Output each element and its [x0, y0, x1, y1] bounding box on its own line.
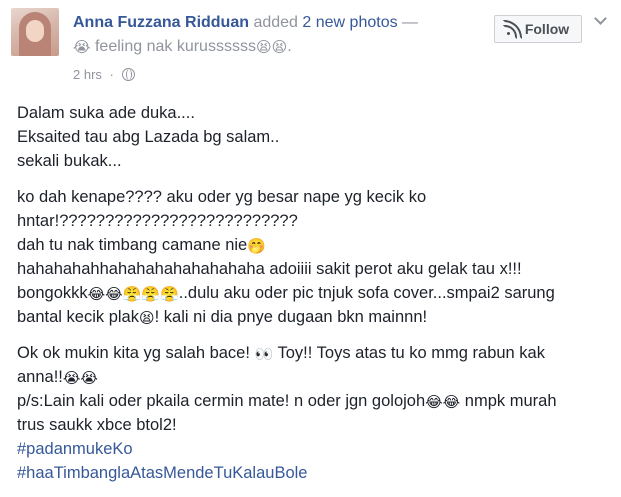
avatar-face [26, 20, 44, 42]
post-line-text: ..dulu aku oder pic tnjuk sofa cover...s… [178, 284, 555, 302]
timestamp-link[interactable]: 2 hrs [73, 67, 102, 82]
laughing-emoji-icon: 😂😂 [425, 393, 461, 411]
hashtag-link[interactable]: #haaTimbanglaAtasMendeTuKalauBole [17, 461, 607, 485]
post-body: Dalam suka ade duka.... Eksaited tau abg… [17, 101, 607, 497]
post-line: anna!!😭😭 [17, 365, 607, 389]
post-line-text: p/s:Lain kali oder pkaila cermin mate! n… [17, 392, 426, 410]
post-line-text: Ok ok mukin kita yg salah bace! [17, 344, 255, 362]
post-line-text: dah tu nak timbang camane nie [17, 236, 248, 254]
hashtag-link[interactable]: #padanmukeKo [17, 437, 607, 461]
avatar[interactable] [11, 8, 59, 56]
photos-link[interactable]: 2 new photos [302, 14, 397, 31]
post-line: Dalam suka ade duka.... [17, 104, 195, 122]
post-line: dah tu nak timbang camane nie🤭 [17, 233, 607, 257]
post-line-text: bantal kecik plak [17, 308, 139, 326]
post-paragraph: Dalam suka ade duka.... Eksaited tau abg… [17, 101, 607, 173]
post-line-text: anna!! [17, 368, 63, 386]
post-meta: 2 hrs · [73, 66, 135, 84]
chevron-down-icon[interactable] [594, 14, 606, 26]
post-line: Eksaited tau abg Lazada bg salam.. [17, 128, 280, 146]
hand-over-mouth-emoji-icon: 🤭 [247, 237, 266, 255]
post-line-text: Toy!! Toys atas tu ko mmg rabun kak [273, 344, 546, 362]
post-line: hntar!?????????????????????????? [17, 212, 298, 230]
feeling-line: 😭 feeling nak kurussssss😫😫. [73, 36, 292, 58]
post-paragraph: Ok ok mukin kita yg salah bace! 👀 Toy!! … [17, 341, 607, 485]
follow-button[interactable]: Follow [494, 15, 582, 43]
action-text: added [253, 14, 298, 31]
action-dash: — [402, 14, 419, 31]
eyes-emoji-icon: 👀 [254, 345, 274, 363]
post-line: Ok ok mukin kita yg salah bace! 👀 Toy!! … [17, 341, 607, 365]
post-line: trus saukk xbce btol2! [17, 416, 177, 434]
rss-icon [502, 20, 522, 39]
globe-icon[interactable] [121, 68, 135, 81]
feeling-text[interactable]: feeling nak kurussssss [95, 38, 256, 55]
post-line: ko dah kenape???? aku oder yg besar nape… [17, 188, 427, 206]
author-name-link[interactable]: Anna Fuzzana Ridduan [73, 14, 249, 31]
post-line: bantal kecik plak😫! kali ni dia pnye dug… [17, 305, 607, 329]
laughing-emoji-icon: 😂😂😤😤😤 [87, 285, 179, 303]
post-line: hahahahahhahahahahahahahaha adoiiii saki… [17, 260, 522, 278]
tired-face-emoji-icon: 😫 [139, 309, 155, 327]
crying-emoji-icon: 😭 [73, 38, 91, 56]
feeling-period: . [287, 38, 292, 55]
tired-face-emoji-icon: 😫😫 [255, 38, 288, 56]
meta-separator: · [109, 67, 114, 82]
follow-button-label: Follow [524, 21, 570, 37]
post-line: bongokkk😂😂😤😤😤..dulu aku oder pic tnjuk s… [17, 281, 607, 305]
post-line: p/s:Lain kali oder pkaila cermin mate! n… [17, 389, 607, 413]
post-line-text: bongokkk [17, 284, 88, 302]
post-line: sekali bukak... [17, 152, 122, 170]
post-paragraph: ko dah kenape???? aku oder yg besar nape… [17, 185, 607, 329]
crying-emoji-icon: 😭😭 [62, 369, 98, 387]
post-title-line: Anna Fuzzana Ridduan added 2 new photos … [73, 12, 418, 34]
post-line-text: ! kali ni dia pnye dugaan bkn mainnn! [154, 308, 428, 326]
post-line-text: nmpk murah [460, 392, 557, 410]
